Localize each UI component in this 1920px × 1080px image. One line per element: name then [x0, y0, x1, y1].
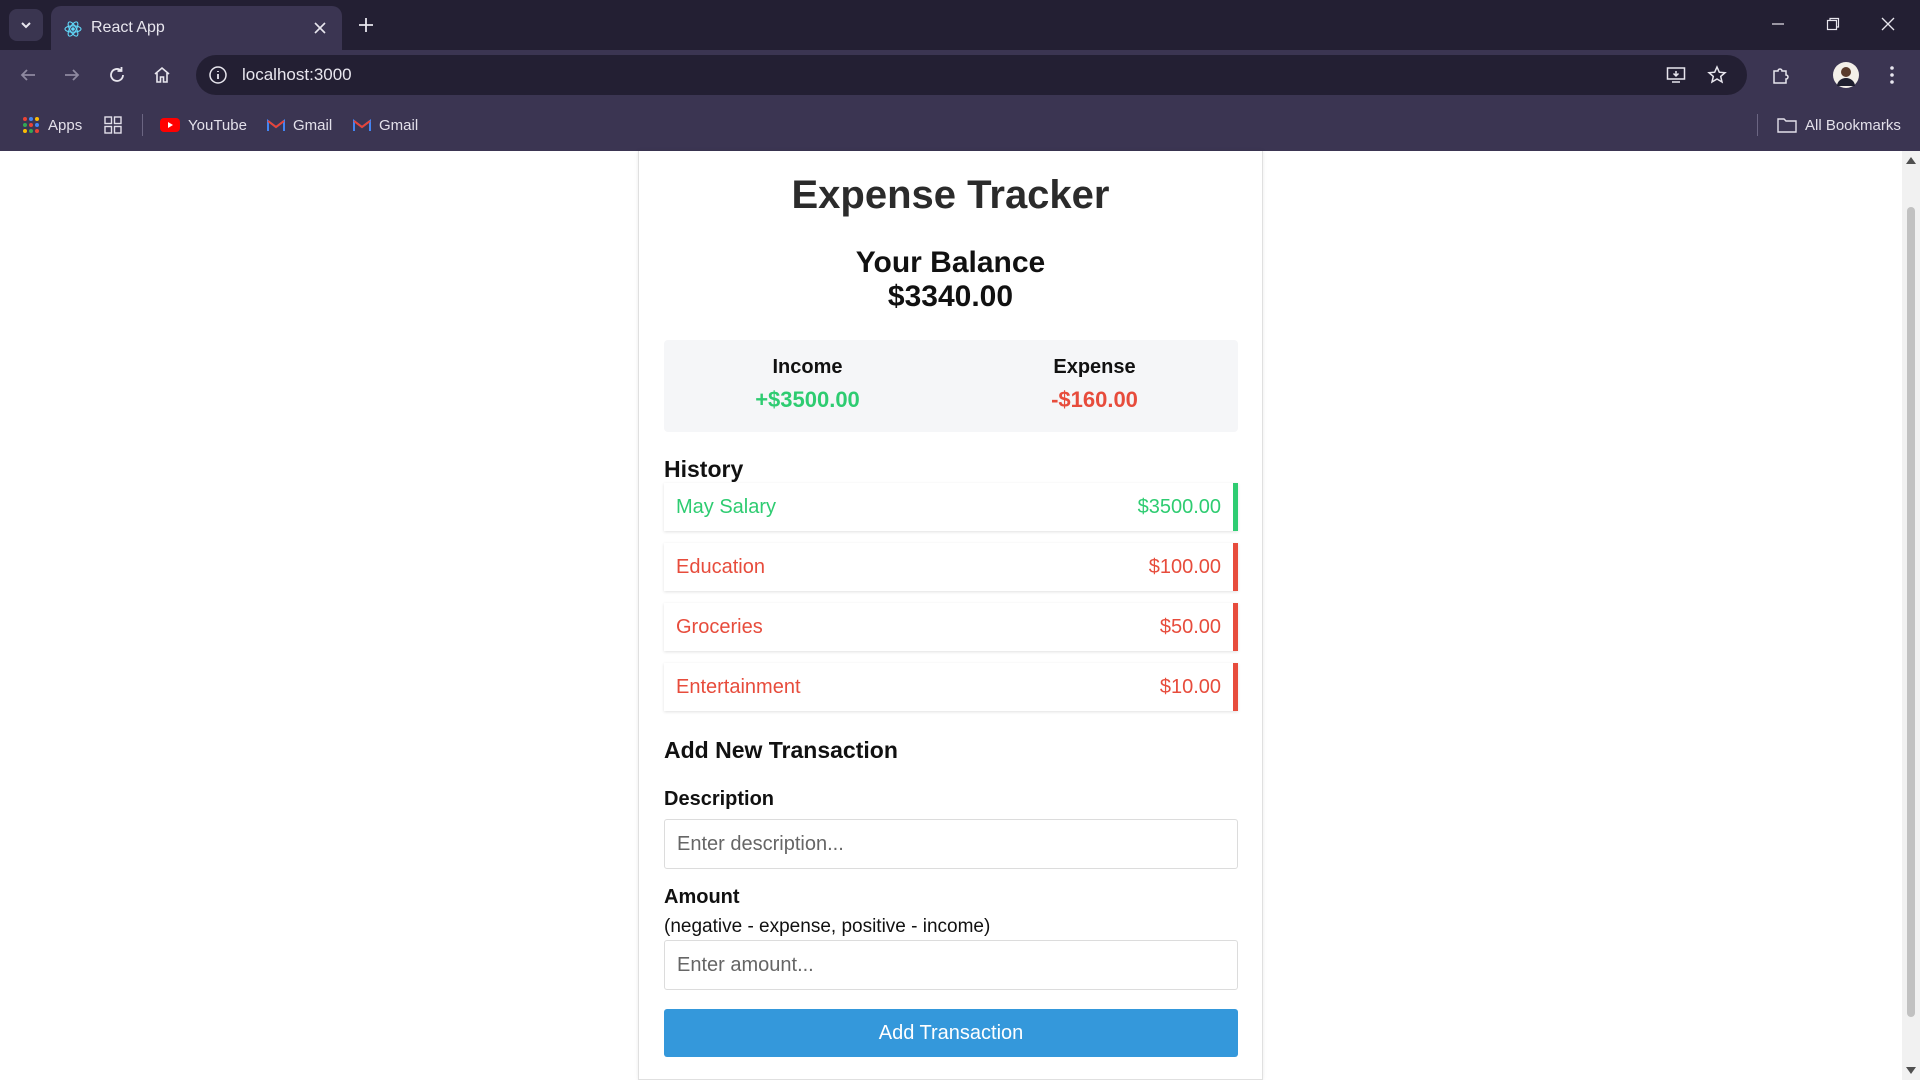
url-text: localhost:3000: [242, 65, 352, 84]
arrow-left-icon: [20, 69, 35, 81]
expense-summary: Expense -$160.00: [951, 356, 1238, 413]
profile-button[interactable]: [1830, 59, 1862, 91]
more-vertical-icon: [1890, 66, 1894, 84]
back-button[interactable]: [12, 59, 44, 91]
transaction-item: May Salary $3500.00: [664, 483, 1238, 531]
bookmark-gmail-2[interactable]: Gmail: [353, 114, 418, 136]
transaction-amount: $3500.00: [1137, 496, 1221, 518]
description-input[interactable]: [664, 819, 1238, 869]
scroll-up-arrow-icon[interactable]: [1906, 157, 1916, 164]
extensions-button[interactable]: [1765, 59, 1797, 91]
transaction-item: Education $100.00: [664, 543, 1238, 591]
bookmark-divider: [1757, 114, 1758, 136]
expense-tracker-card: Expense Tracker Your Balance $3340.00 In…: [638, 151, 1263, 1080]
apps-grid-icon: [23, 117, 39, 133]
bookmark-label: All Bookmarks: [1805, 116, 1901, 134]
add-transaction-button[interactable]: Add Transaction: [664, 1009, 1238, 1057]
tab-groups-button[interactable]: [104, 114, 130, 136]
bookmark-all-bookmarks[interactable]: All Bookmarks: [1777, 114, 1901, 136]
tab-title: React App: [91, 19, 165, 36]
amount-label: Amount: [664, 886, 740, 908]
income-value: +$3500.00: [755, 387, 860, 412]
youtube-icon: [160, 118, 180, 132]
folder-icon: [1777, 118, 1797, 133]
income-expense-summary: Income +$3500.00 Expense -$160.00: [664, 340, 1238, 432]
bookmark-apps[interactable]: Apps: [22, 114, 82, 136]
gmail-icon: [267, 119, 285, 131]
bookmark-star-button[interactable]: [1705, 63, 1729, 87]
star-icon: [1707, 65, 1727, 84]
close-window-button[interactable]: [1866, 8, 1910, 40]
address-bar[interactable]: localhost:3000: [196, 55, 1747, 95]
page-scrollbar[interactable]: [1902, 151, 1920, 1080]
install-app-button[interactable]: [1664, 63, 1688, 87]
bookmark-divider: [142, 114, 143, 136]
transaction-description: May Salary: [676, 496, 777, 518]
balance-value: $3340.00: [887, 280, 1014, 313]
puzzle-icon: [1773, 68, 1789, 84]
reload-button[interactable]: [101, 59, 133, 91]
page-title: Expense Tracker: [791, 173, 1110, 217]
plus-icon: [359, 18, 373, 32]
arrow-right-icon: [65, 69, 80, 81]
tab-search-button[interactable]: [9, 9, 43, 41]
transaction-description: Groceries: [676, 616, 763, 638]
minimize-icon: [1772, 23, 1784, 25]
bookmark-gmail-1[interactable]: Gmail: [267, 114, 332, 136]
bookmarks-bar: Apps YouTube Gmail Gmail All Bookmarks: [0, 100, 1920, 151]
tab-react-app[interactable]: React App: [51, 6, 342, 50]
bookmark-label: YouTube: [188, 116, 247, 134]
scrollbar-thumb[interactable]: [1907, 207, 1915, 1017]
home-button[interactable]: [146, 59, 178, 91]
balance-label: Your Balance: [855, 246, 1046, 279]
transaction-amount: $10.00: [1159, 676, 1221, 698]
add-transaction-title: Add New Transaction: [664, 737, 898, 763]
bookmark-youtube[interactable]: YouTube: [160, 114, 247, 136]
scroll-down-arrow-icon[interactable]: [1906, 1067, 1916, 1074]
expense-label: Expense: [1053, 356, 1136, 378]
history-title: History: [664, 456, 744, 482]
description-label: Description: [664, 788, 775, 810]
site-info-button[interactable]: [206, 63, 230, 87]
bookmark-label: Apps: [48, 116, 83, 134]
new-tab-button[interactable]: [352, 11, 380, 39]
bookmark-label: Gmail: [379, 116, 419, 134]
history-list: May Salary $3500.00 Education $100.00 Gr…: [664, 483, 1238, 723]
gmail-icon: [353, 119, 371, 131]
minimize-button[interactable]: [1756, 8, 1800, 40]
avatar: [1833, 62, 1859, 88]
tab-strip: React App: [0, 0, 1920, 50]
amount-hint: (negative - expense, positive - income): [664, 916, 991, 937]
amount-input[interactable]: [664, 940, 1238, 990]
restore-icon: [1826, 17, 1840, 31]
transaction-description: Entertainment: [676, 676, 801, 698]
page-viewport: Expense Tracker Your Balance $3340.00 In…: [0, 151, 1902, 1080]
transaction-amount: $100.00: [1148, 556, 1221, 578]
income-summary: Income +$3500.00: [664, 356, 951, 413]
reload-icon: [110, 67, 124, 82]
close-icon: [314, 22, 326, 34]
home-icon: [154, 66, 170, 83]
income-label: Income: [772, 356, 843, 378]
react-logo-icon: [64, 21, 82, 37]
transaction-item: Groceries $50.00: [664, 603, 1238, 651]
browser-menu-button[interactable]: [1876, 59, 1908, 91]
transaction-amount: $50.00: [1159, 616, 1221, 638]
forward-button[interactable]: [56, 59, 88, 91]
restore-button[interactable]: [1811, 8, 1855, 40]
close-tab-button[interactable]: [308, 16, 332, 40]
info-icon: [209, 66, 227, 84]
transaction-description: Education: [676, 556, 765, 578]
install-icon: [1666, 67, 1686, 83]
chevron-down-icon: [21, 22, 31, 29]
bookmark-label: Gmail: [293, 116, 333, 134]
close-icon: [1881, 17, 1895, 31]
browser-toolbar: localhost:3000: [0, 50, 1920, 100]
tab-groups-icon: [104, 116, 122, 134]
expense-value: -$160.00: [1051, 387, 1138, 412]
transaction-item: Entertainment $10.00: [664, 663, 1238, 711]
